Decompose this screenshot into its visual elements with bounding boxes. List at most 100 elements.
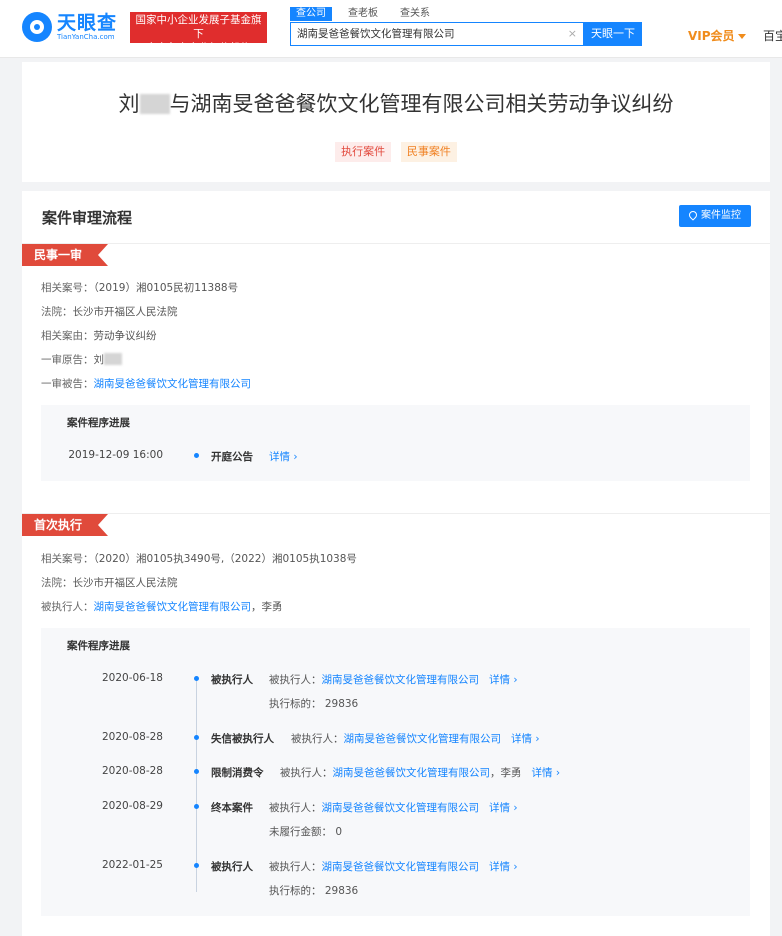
timeline-dot [194, 676, 199, 681]
info-cause: 相关案由：劳动争议纠纷 [41, 328, 157, 343]
section-heading: 案件审理流程 [42, 209, 133, 227]
redacted-name [104, 353, 122, 365]
timeline-sub: 执行标的： 29836 [269, 698, 359, 710]
info-plaintiff: 一审原告：刘 [41, 352, 122, 367]
search-input[interactable] [297, 23, 557, 45]
case-process-card: 案件审理流程 案件监控 民事一审 相关案号： （2019）湘0105民初11388… [22, 191, 770, 936]
company-link[interactable]: 湖南旻爸爸餐饮文化管理有限公司 [322, 861, 480, 873]
timeline-dot [194, 453, 199, 458]
detail-link[interactable]: 详情 [532, 767, 561, 779]
timeline-desc: 被执行人：湖南旻爸爸餐饮文化管理有限公司 详情 [291, 731, 540, 746]
case-tags: 执行案件 民事案件 [22, 142, 770, 162]
desc-label: 被执行人： [291, 733, 344, 745]
timeline-desc: 被执行人：湖南旻爸爸餐饮文化管理有限公司 详情 [269, 859, 518, 874]
timeline-date: 2022-01-25 [101, 859, 163, 871]
badge-line-2: 官方备案企业征信机构 [146, 42, 251, 54]
desc-extra: ，李勇 [490, 767, 522, 779]
defendant-link[interactable]: 湖南旻爸爸餐饮文化管理有限公司 [94, 378, 252, 390]
timeline-desc: 被执行人：湖南旻爸爸餐饮文化管理有限公司 详情 [269, 800, 518, 815]
caret-down-icon [737, 34, 746, 39]
progress-title: 案件程序进展 [67, 640, 130, 652]
timeline-date: 2020-08-28 [101, 765, 163, 777]
company-link[interactable]: 湖南旻爸爸餐饮文化管理有限公司 [322, 674, 480, 686]
vip-label: VIP会员 [688, 29, 735, 43]
timeline-date: 2020-06-18 [101, 672, 163, 684]
detail-link[interactable]: 详情 [511, 733, 540, 745]
company-link[interactable]: 湖南旻爸爸餐饮文化管理有限公司 [344, 733, 502, 745]
detail-link[interactable]: 详情 [269, 451, 298, 463]
badge-line-1: 国家中小企业发展子基金旗下 [135, 14, 262, 40]
info-value: （2019）湘0105民初11388号 [93, 282, 239, 294]
detail-link[interactable]: 详情 [489, 674, 518, 686]
desc-label: 被执行人： [269, 802, 322, 814]
logo-text: 天眼查 [57, 11, 118, 34]
logo-domain: TianYanCha.com [57, 32, 115, 41]
tab-boss[interactable]: 查老板 [342, 7, 384, 21]
progress-box-first-trial: 案件程序进展 2019-12-09 16:00 开庭公告 详情 [41, 405, 750, 481]
timeline-date: 2019-12-09 16:00 [68, 449, 163, 461]
timeline-type: 被执行人 [211, 861, 253, 873]
detail-link[interactable]: 详情 [489, 802, 518, 814]
timeline-type: 限制消费令 [211, 767, 264, 779]
timeline-dot [194, 735, 199, 740]
desc-label: 被执行人： [269, 861, 322, 873]
info-court: 法院：长沙市开福区人民法院 [41, 304, 178, 319]
search-button[interactable]: 天眼一下 [584, 22, 642, 46]
timeline-detail-wrap: 详情 [259, 449, 298, 464]
timeline-dot [194, 804, 199, 809]
case-title-card: 刘 与湖南旻爸爸餐饮文化管理有限公司相关劳动争议纠纷 执行案件 民事案件 [22, 62, 770, 182]
progress-title: 案件程序进展 [67, 417, 130, 429]
info-value: 刘 [93, 354, 105, 366]
info-executed-person: 被执行人：湖南旻爸爸餐饮文化管理有限公司，李勇 [41, 599, 283, 614]
timeline-type: 终本案件 [211, 802, 253, 814]
eye-logo-icon [22, 12, 52, 42]
nav-item-treasure[interactable]: 百宝 [763, 27, 782, 44]
executed-company-link[interactable]: 湖南旻爸爸餐饮文化管理有限公司 [94, 601, 252, 613]
desc-label: 被执行人： [269, 674, 322, 686]
timeline-sub: 未履行金额： 0 [269, 826, 343, 838]
stage-ribbon-first-trial: 民事一审 [22, 244, 108, 266]
info-value: （2020）湘0105执3490号,（2022）湘0105执1038号 [93, 553, 357, 565]
info-label: 相关案由： [41, 330, 94, 342]
info-label: 法院： [41, 577, 73, 589]
tag-execution-case: 执行案件 [335, 142, 392, 162]
detail-link[interactable]: 详情 [489, 861, 518, 873]
vip-menu[interactable]: VIP会员 [688, 27, 746, 44]
timeline-date: 2020-08-28 [101, 731, 163, 743]
monitor-label: 案件监控 [701, 210, 741, 221]
company-link[interactable]: 湖南旻爸爸餐饮文化管理有限公司 [322, 802, 480, 814]
tab-company[interactable]: 查公司 [290, 7, 332, 21]
top-header: 天眼查 TianYanCha.com 国家中小企业发展子基金旗下 官方备案企业征… [0, 0, 782, 58]
timeline-desc: 被执行人：湖南旻爸爸餐饮文化管理有限公司，李勇 详情 [280, 765, 560, 780]
location-pin-icon [687, 209, 699, 221]
info-extra: ，李勇 [251, 601, 283, 613]
info-case-number: 相关案号：（2020）湘0105执3490号,（2022）湘0105执1038号 [41, 551, 357, 566]
info-label: 法院： [41, 306, 73, 318]
info-value: 长沙市开福区人民法院 [72, 577, 178, 589]
official-badge: 国家中小企业发展子基金旗下 官方备案企业征信机构 [130, 12, 267, 54]
page-title: 刘 与湖南旻爸爸餐饮文化管理有限公司相关劳动争议纠纷 [22, 88, 770, 118]
timeline-date: 2020-08-29 [101, 800, 163, 812]
timeline-desc: 被执行人：湖南旻爸爸餐饮文化管理有限公司 详情 [269, 672, 518, 687]
site-logo[interactable]: 天眼查 TianYanCha.com [22, 12, 117, 42]
info-label: 一审被告： [41, 378, 94, 390]
timeline-type: 开庭公告 [211, 451, 253, 463]
search-tabs: 查公司 查老板 查关系 [290, 7, 446, 21]
info-label: 相关案号： [41, 553, 94, 565]
case-monitor-button[interactable]: 案件监控 [679, 205, 751, 227]
timeline-sub: 执行标的： 29836 [269, 885, 359, 897]
timeline-line [196, 676, 197, 892]
company-link[interactable]: 湖南旻爸爸餐饮文化管理有限公司 [333, 767, 491, 779]
timeline-dot [194, 863, 199, 868]
clear-icon[interactable]: × [568, 23, 577, 45]
timeline-type: 被执行人 [211, 674, 253, 686]
info-court: 法院：长沙市开福区人民法院 [41, 575, 178, 590]
info-value: 劳动争议纠纷 [93, 330, 157, 342]
divider [22, 243, 770, 244]
divider [22, 513, 770, 514]
desc-label: 被执行人： [280, 767, 333, 779]
info-label: 一审原告： [41, 354, 94, 366]
redacted-name [139, 94, 170, 114]
tab-relation[interactable]: 查关系 [394, 7, 436, 21]
info-label: 被执行人： [41, 601, 94, 613]
